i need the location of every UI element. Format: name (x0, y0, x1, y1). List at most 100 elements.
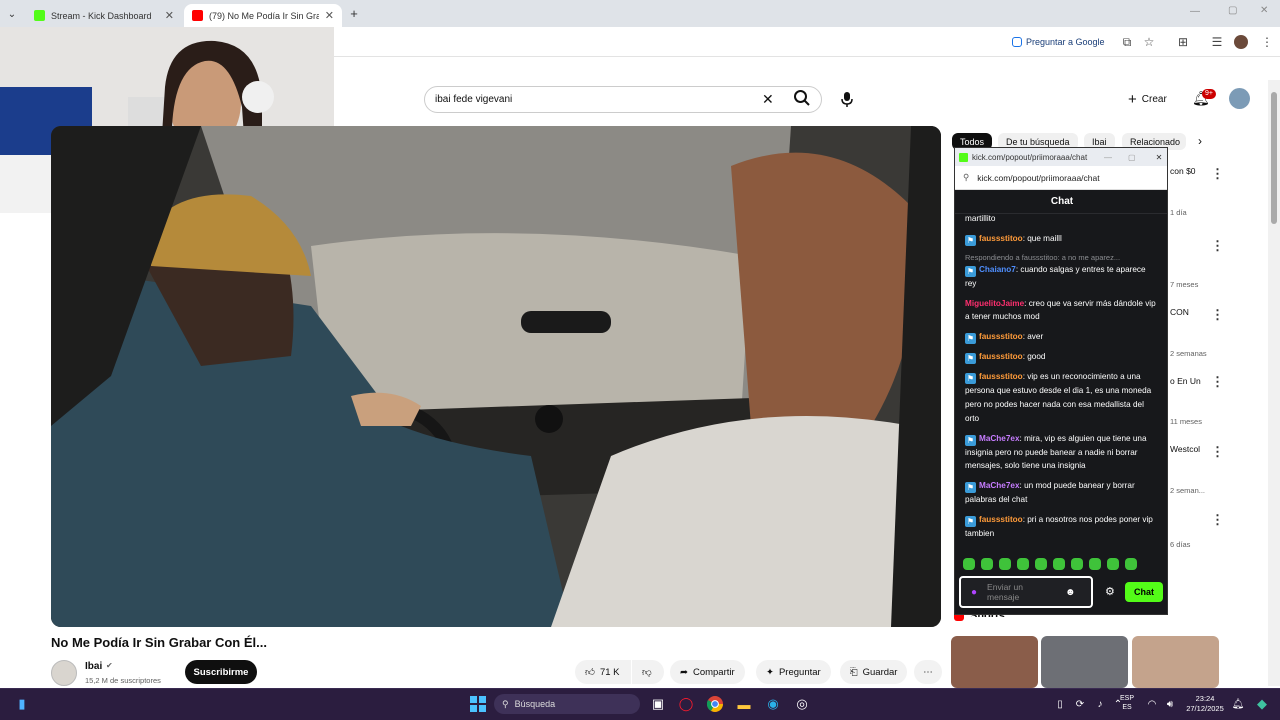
site-info-icon[interactable]: ⚲ (963, 172, 969, 183)
chat-messages[interactable]: martillito ⚑ faussstitoo: que mailll Resp… (955, 214, 1167, 554)
minimize-button[interactable]: — (1190, 6, 1200, 17)
emote-icon[interactable] (1053, 558, 1065, 570)
share-button[interactable]: ➦ Compartir (670, 660, 745, 684)
tray-icon[interactable]: ▯ (1050, 694, 1070, 714)
obs-icon[interactable]: ◎ (792, 694, 812, 714)
taskbar-search[interactable]: ⚲ Búsqueda (494, 694, 640, 714)
chat-username[interactable]: MiguelitoJaime (965, 299, 1024, 308)
chat-username[interactable]: faussstitoo (979, 352, 1023, 361)
cast-icon[interactable]: ⧉ (1118, 33, 1136, 51)
copilot-icon[interactable]: ◆ (1252, 694, 1272, 714)
more-options-icon[interactable]: ⋮ (1211, 238, 1224, 254)
emote-icon[interactable] (1089, 558, 1101, 570)
microphone-icon[interactable] (838, 90, 856, 108)
emote-icon[interactable] (999, 558, 1011, 570)
subscribe-button[interactable]: Suscribirme (185, 660, 257, 684)
related-video-title[interactable]: Westcol (1170, 444, 1200, 454)
chat-message-input[interactable]: ● Enviar un mensaje ☻ (959, 576, 1093, 608)
chat-username[interactable]: Chaiano7 (979, 265, 1016, 274)
close-icon[interactable]: ✕ (325, 9, 334, 22)
tab-search-chevron[interactable]: ⌄ (4, 6, 20, 22)
more-options-icon[interactable]: ⋮ (1211, 307, 1224, 323)
chat-message: ⚑ MaChe7ex: mira, vip es alguien que tien… (965, 432, 1159, 474)
ask-button[interactable]: ✦ Preguntar (756, 660, 831, 684)
channel-avatar[interactable] (51, 660, 77, 686)
profile-avatar[interactable] (1234, 35, 1248, 49)
opera-icon[interactable]: ◯ (676, 694, 696, 714)
chat-username[interactable]: MaChe7ex (979, 481, 1020, 490)
tab-kick-dashboard[interactable]: Stream - Kick Dashboard ✕ (26, 4, 182, 27)
edge-icon[interactable]: ◉ (763, 694, 783, 714)
popup-minimize-button[interactable]: — (1104, 153, 1112, 162)
emote-icon[interactable] (963, 558, 975, 570)
search-icon[interactable] (792, 88, 812, 108)
star-icon[interactable]: ☆ (1140, 33, 1158, 51)
dislike-button[interactable]: 👎︎ (632, 660, 664, 684)
chat-message: MiguelitoJaime: creo que va servir más d… (965, 297, 1159, 325)
send-chat-button[interactable]: Chat (1125, 582, 1163, 602)
close-window-button[interactable]: ✕ (1260, 5, 1268, 16)
related-video-title[interactable]: CON (1170, 307, 1189, 317)
clear-search-icon[interactable]: ✕ (762, 91, 774, 108)
like-button[interactable]: 👍︎ 71 K (575, 660, 631, 684)
chat-username[interactable]: faussstitoo (979, 234, 1023, 243)
emote-icon[interactable] (1035, 558, 1047, 570)
short-thumbnail[interactable] (1132, 636, 1219, 688)
badge-icon: ⚑ (965, 373, 976, 385)
emote-icon[interactable] (1017, 558, 1029, 570)
language-indicator[interactable]: ESP ES (1120, 694, 1134, 712)
microphone-icon[interactable]: ● (971, 587, 977, 598)
popup-close-button[interactable]: ✕ (1156, 153, 1163, 162)
menu-icon[interactable]: ⋮ (1258, 33, 1276, 51)
chat-username[interactable]: MaChe7ex (979, 434, 1020, 443)
emote-icon[interactable] (1125, 558, 1137, 570)
widgets-icon[interactable]: ▮ (12, 694, 32, 714)
save-button[interactable]: ⎗ Guardar (840, 660, 908, 684)
tab-youtube[interactable]: (79) No Me Podía Ir Sin Grabar ✕ (184, 4, 342, 27)
more-options-icon[interactable]: ⋮ (1211, 444, 1224, 460)
maximize-button[interactable]: ▢ (1228, 5, 1237, 16)
channel-name[interactable]: Ibai (85, 661, 102, 672)
popup-url-bar[interactable]: ⚲ kick.com/popout/priimoraaa/chat (955, 166, 1167, 190)
more-options-icon[interactable]: ⋮ (1211, 512, 1224, 528)
wifi-icon[interactable]: ◠ (1142, 694, 1162, 714)
emote-icon[interactable] (981, 558, 993, 570)
chrome-icon[interactable] (705, 694, 725, 714)
create-label: Crear (1141, 93, 1167, 105)
account-avatar[interactable] (1229, 88, 1250, 109)
chat-username[interactable]: faussstitoo (979, 332, 1023, 341)
new-tab-button[interactable]: + (346, 5, 362, 21)
ask-google-label: Preguntar a Google (1026, 37, 1105, 47)
extensions-icon[interactable]: ⊞ (1174, 33, 1192, 51)
chat-settings-icon[interactable]: ⚙ (1105, 585, 1115, 598)
popup-maximize-button[interactable]: ▢ (1128, 153, 1136, 162)
reading-list-icon[interactable]: ☰ (1208, 33, 1226, 51)
more-actions-button[interactable]: ⋯ (914, 660, 942, 684)
tray-icon[interactable]: ♪ (1090, 694, 1110, 714)
start-menu-icon[interactable] (468, 694, 488, 714)
chat-username[interactable]: faussstitoo (979, 372, 1023, 381)
short-thumbnail[interactable] (1041, 636, 1128, 688)
task-view-icon[interactable]: ▣ (648, 694, 668, 714)
emote-icon[interactable] (1107, 558, 1119, 570)
more-options-icon[interactable]: ⋮ (1211, 166, 1224, 182)
tray-icon[interactable]: ⟳ (1070, 694, 1090, 714)
related-video-title[interactable]: o En Un (1170, 376, 1201, 386)
create-button[interactable]: + Crear (1128, 88, 1167, 110)
video-player[interactable] (51, 126, 941, 627)
short-thumbnail[interactable] (951, 636, 1038, 688)
more-options-icon[interactable]: ⋮ (1211, 374, 1224, 390)
chat-username[interactable]: faussstitoo (979, 515, 1023, 524)
chevron-right-icon[interactable]: › (1198, 134, 1202, 148)
file-explorer-icon[interactable]: ▬ (734, 694, 754, 714)
notification-bell-icon[interactable]: 🔔︎ (1228, 694, 1248, 714)
close-icon[interactable]: ✕ (165, 9, 174, 22)
emote-icon[interactable] (1071, 558, 1083, 570)
ask-google-button[interactable]: Preguntar a Google (1012, 34, 1105, 50)
volume-icon[interactable]: 🔊︎ (1160, 694, 1180, 714)
emoji-icon[interactable]: ☻ (1065, 587, 1076, 598)
scrollbar-thumb[interactable] (1271, 92, 1277, 224)
page-scrollbar[interactable] (1268, 80, 1280, 686)
related-video-title[interactable]: con $0 (1170, 166, 1196, 176)
clock[interactable]: 23:24 27/12/2025 (1182, 694, 1228, 714)
